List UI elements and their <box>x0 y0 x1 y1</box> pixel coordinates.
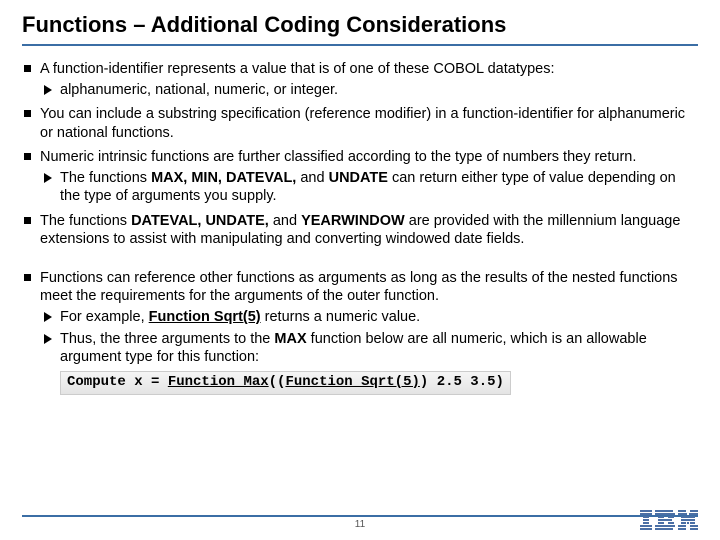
bullet-3-sub-1: The functions MAX, MIN, DATEVAL, and UND… <box>40 169 698 206</box>
code-c: (( <box>269 374 286 390</box>
code-b: Function Max <box>168 374 269 390</box>
bullet-3-text: Numeric intrinsic functions are further … <box>40 149 636 165</box>
code-wrapper: Compute x = Function Max((Function Sqrt(… <box>60 367 698 395</box>
slide-container: Functions – Additional Coding Considerat… <box>0 0 720 395</box>
bullet-4: The functions DATEVAL, UNDATE, and YEARW… <box>22 212 698 249</box>
page-number: 11 <box>355 519 365 530</box>
footer: 11 <box>22 515 698 530</box>
code-example: Compute x = Function Max((Function Sqrt(… <box>60 371 511 395</box>
bullet-5: Functions can reference other functions … <box>22 269 698 395</box>
bullet-5-text: Functions can reference other functions … <box>40 270 678 305</box>
code-e: ) 2.5 3.5) <box>420 374 504 390</box>
bullet-5-sub-2: Thus, the three arguments to the MAX fun… <box>40 330 698 395</box>
code-a: Compute x = <box>67 374 168 390</box>
ibm-logo <box>640 510 698 532</box>
bullet-5-sublist: For example, Function Sqrt(5) returns a … <box>40 308 698 395</box>
bullet-1-text: A function-identifier represents a value… <box>40 61 555 77</box>
b4-c: and <box>269 213 301 229</box>
bullet-3-sublist: The functions MAX, MIN, DATEVAL, and UND… <box>40 169 698 206</box>
bullet-2: You can include a substring specificatio… <box>22 105 698 142</box>
b3s1-a: The functions <box>60 170 151 186</box>
b3s1-d: UNDATE <box>329 170 388 186</box>
bullet-list: A function-identifier represents a value… <box>22 60 698 249</box>
bullet-1-sublist: alphanumeric, national, numeric, or inte… <box>40 81 698 100</box>
b5s1-c: returns a numeric value. <box>261 309 421 325</box>
b4-a: The functions <box>40 213 131 229</box>
bullet-3: Numeric intrinsic functions are further … <box>22 148 698 206</box>
code-d: Function Sqrt(5) <box>285 374 419 390</box>
b5s2-b: MAX <box>274 331 306 347</box>
b4-d: YEARWINDOW <box>301 213 405 229</box>
slide-title: Functions – Additional Coding Considerat… <box>22 12 698 46</box>
bullet-list-2: Functions can reference other functions … <box>22 269 698 395</box>
b5s1-b: Function Sqrt(5) <box>149 309 261 325</box>
bullet-5-sub-1: For example, Function Sqrt(5) returns a … <box>40 308 698 327</box>
b3s1-b: MAX, MIN, DATEVAL, <box>151 170 296 186</box>
b3s1-c: and <box>296 170 328 186</box>
b5s1-a: For example, <box>60 309 149 325</box>
b4-b: DATEVAL, UNDATE, <box>131 213 269 229</box>
b5s2-a: Thus, the three arguments to the <box>60 331 274 347</box>
spacer <box>22 255 698 269</box>
bullet-1-sub-1: alphanumeric, national, numeric, or inte… <box>40 81 698 100</box>
bullet-1: A function-identifier represents a value… <box>22 60 698 99</box>
